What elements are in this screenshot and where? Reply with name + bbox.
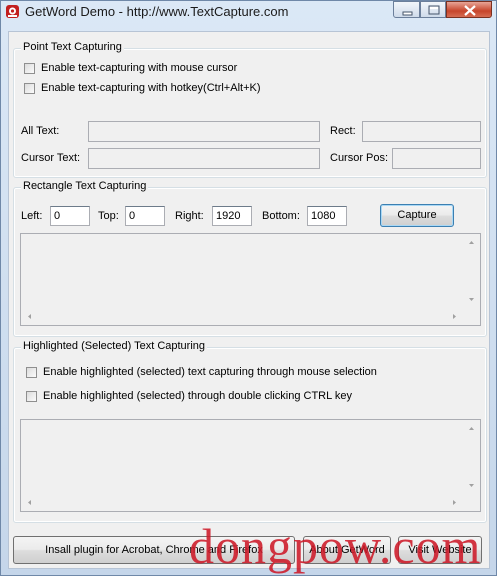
selection-capture-checkbox[interactable] — [26, 367, 37, 378]
scroll-corner — [463, 494, 480, 511]
scroll-up-icon[interactable] — [463, 234, 480, 251]
highlighted-result-textarea[interactable] — [20, 419, 481, 512]
hotkey-capture-checkbox[interactable] — [24, 83, 35, 94]
scroll-left-icon[interactable] — [21, 494, 38, 511]
scroll-up-icon[interactable] — [463, 420, 480, 437]
rect-label: Rect: — [330, 125, 356, 137]
scroll-down-icon[interactable] — [463, 477, 480, 494]
close-button[interactable] — [446, 1, 492, 18]
watermark-text: dongpow.com — [189, 518, 482, 574]
top-label: Top: — [98, 210, 119, 222]
cursor-pos-field[interactable] — [392, 148, 481, 169]
ctrl-capture-label[interactable]: Enable highlighted (selected) through do… — [43, 390, 352, 402]
horizontal-scrollbar[interactable] — [21, 308, 463, 325]
client-area: Point Text Capturing Enable text-capturi… — [8, 31, 490, 569]
mouse-capture-checkbox[interactable] — [24, 63, 35, 74]
horizontal-scrollbar[interactable] — [21, 494, 463, 511]
scroll-down-icon[interactable] — [463, 291, 480, 308]
rectangle-text-legend: Rectangle Text Capturing — [21, 180, 149, 192]
rectangle-result-textarea[interactable] — [20, 233, 481, 326]
all-text-label: All Text: — [21, 125, 60, 137]
cursor-pos-label: Cursor Pos: — [330, 152, 389, 164]
minimize-icon — [402, 11, 413, 16]
top-input[interactable]: 0 — [125, 206, 165, 226]
maximize-icon — [428, 5, 440, 15]
mouse-capture-label[interactable]: Enable text-capturing with mouse cursor — [41, 62, 237, 74]
bottom-label: Bottom: — [262, 210, 300, 222]
cursor-text-label: Cursor Text: — [21, 152, 81, 164]
right-input[interactable]: 1920 — [212, 206, 252, 226]
all-text-field[interactable] — [88, 121, 320, 142]
scroll-left-icon[interactable] — [21, 308, 38, 325]
left-input[interactable]: 0 — [50, 206, 90, 226]
left-label: Left: — [21, 210, 43, 222]
selection-capture-label[interactable]: Enable highlighted (selected) text captu… — [43, 366, 377, 378]
capture-button[interactable]: Capture — [380, 204, 454, 227]
scroll-right-icon[interactable] — [446, 308, 463, 325]
highlighted-text-group: Highlighted (Selected) Text Capturing En… — [13, 340, 487, 523]
right-label: Right: — [175, 210, 204, 222]
vertical-scrollbar[interactable] — [463, 420, 480, 494]
point-text-legend: Point Text Capturing — [21, 41, 124, 53]
point-text-group: Point Text Capturing Enable text-capturi… — [13, 41, 487, 178]
scroll-right-icon[interactable] — [446, 494, 463, 511]
ctrl-capture-checkbox[interactable] — [26, 391, 37, 402]
rect-field[interactable] — [362, 121, 481, 142]
hotkey-capture-label[interactable]: Enable text-capturing with hotkey(Ctrl+A… — [41, 82, 261, 94]
app-icon — [6, 5, 19, 18]
maximize-button[interactable] — [420, 1, 446, 18]
minimize-button[interactable] — [393, 1, 420, 18]
vertical-scrollbar[interactable] — [463, 234, 480, 308]
highlighted-text-legend: Highlighted (Selected) Text Capturing — [21, 340, 208, 352]
title-bar[interactable]: GetWord Demo - http://www.TextCapture.co… — [1, 1, 496, 23]
close-icon — [464, 5, 476, 16]
scroll-corner — [463, 308, 480, 325]
rectangle-text-group: Rectangle Text Capturing Left: 0 Top: 0 … — [13, 180, 487, 337]
window-title: GetWord Demo - http://www.TextCapture.co… — [25, 4, 289, 19]
cursor-text-field[interactable] — [88, 148, 320, 169]
bottom-input[interactable]: 1080 — [307, 206, 347, 226]
main-window: GetWord Demo - http://www.TextCapture.co… — [0, 0, 497, 576]
